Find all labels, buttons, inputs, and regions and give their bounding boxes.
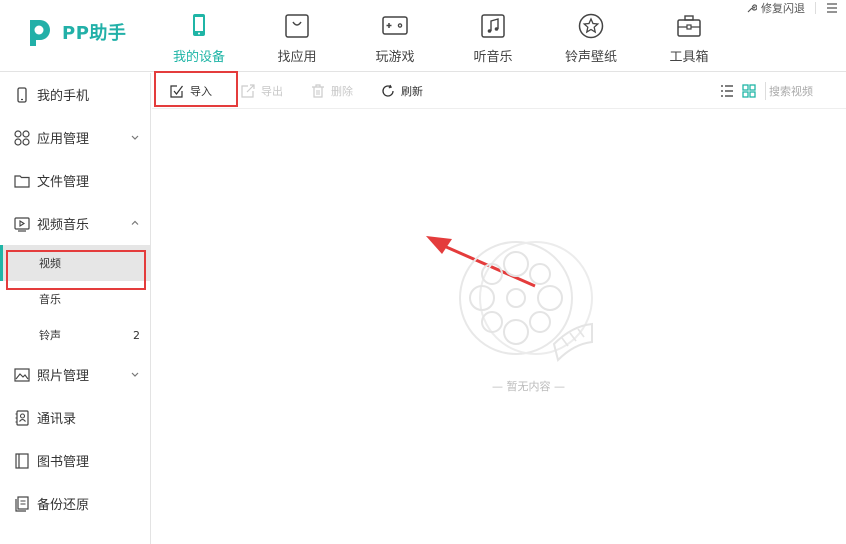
music-icon [481, 14, 505, 38]
phone-icon [193, 14, 205, 36]
book-icon [15, 452, 29, 469]
sidebar-item-label: 图书管理 [37, 455, 90, 470]
export-icon [241, 84, 255, 98]
highlight-box-import [154, 71, 238, 107]
menu-icon[interactable] [826, 2, 838, 14]
highlight-box-video [6, 250, 146, 290]
pp-logo-icon [30, 20, 50, 46]
export-label: 导出 [261, 85, 283, 98]
export-button[interactable]: 导出 [241, 73, 283, 109]
toolbox-icon [677, 15, 701, 37]
nav-toolbox[interactable]: 工具箱 [640, 0, 738, 72]
nav-find-apps[interactable]: 找应用 [248, 0, 346, 72]
sidebar-item-file-management[interactable]: 文件管理 [0, 159, 150, 202]
photo-icon [14, 367, 30, 382]
main-nav: 我的设备 找应用 玩游戏 听音乐 铃声壁纸 工具箱 [150, 0, 738, 72]
empty-state-text: — 暂无内容 — [492, 380, 565, 393]
delete-button[interactable]: 删除 [311, 73, 353, 109]
gamepad-icon [382, 16, 408, 35]
nav-label: 听音乐 [473, 50, 513, 65]
delete-label: 删除 [331, 85, 353, 98]
sidebar-item-label: 应用管理 [37, 132, 90, 147]
nav-label: 找应用 [277, 50, 317, 65]
sidebar-item-label: 通讯录 [37, 412, 77, 427]
chevron-down-icon[interactable] [130, 369, 140, 379]
trash-icon [312, 84, 324, 98]
brand-name: PP助手 [62, 23, 127, 44]
toolbar: 导入 导出 删除 刷新 [152, 71, 846, 109]
refresh-label: 刷新 [401, 85, 423, 98]
refresh-button[interactable]: 刷新 [381, 73, 423, 109]
folder-icon [14, 174, 30, 188]
fix-crash-label: 修复闪退 [761, 2, 805, 15]
sidebar: 我的手机 应用管理 文件管理 视频音乐 视频 音乐 铃声 2 照片管理 通讯录 … [0, 73, 151, 544]
sidebar-item-photo-management[interactable]: 照片管理 [0, 353, 150, 396]
fix-crash-button[interactable]: 修复闪退 [746, 0, 805, 16]
sidebar-subitem-label: 铃声 [39, 329, 61, 342]
nav-music[interactable]: 听音乐 [444, 0, 542, 72]
window-controls: 修复闪退 [746, 0, 838, 16]
sidebar-item-my-phone[interactable]: 我的手机 [0, 73, 150, 116]
nav-ringtones-wallpapers[interactable]: 铃声壁纸 [542, 0, 640, 72]
divider [765, 82, 766, 100]
nav-label: 铃声壁纸 [564, 50, 617, 65]
refresh-icon [382, 84, 394, 97]
search-video-input[interactable] [769, 80, 841, 102]
sidebar-item-label: 照片管理 [37, 369, 90, 384]
top-header: PP助手 我的设备 找应用 玩游戏 听音乐 铃声壁纸 工具箱 修复闪退 [0, 0, 846, 72]
nav-label: 玩游戏 [375, 50, 415, 65]
list-view-icon[interactable] [720, 84, 734, 98]
apps-grid-icon [14, 129, 30, 146]
sidebar-item-label: 备份还原 [37, 498, 90, 513]
backup-icon [15, 495, 29, 512]
sidebar-item-contacts[interactable]: 通讯录 [0, 396, 150, 439]
nav-my-device[interactable]: 我的设备 [150, 0, 248, 72]
divider [815, 2, 816, 14]
sidebar-subitem-label: 音乐 [39, 293, 61, 306]
chevron-up-icon[interactable] [130, 218, 140, 228]
sidebar-item-label: 我的手机 [37, 89, 90, 104]
wrench-icon [747, 3, 757, 12]
nav-label: 工具箱 [669, 50, 709, 65]
video-icon [14, 216, 30, 232]
sidebar-subitem-ringtones[interactable]: 铃声 2 [0, 317, 150, 353]
grid-view-icon[interactable] [742, 84, 756, 98]
sidebar-item-label: 文件管理 [37, 175, 90, 190]
sidebar-item-video-music[interactable]: 视频音乐 [0, 202, 150, 245]
sidebar-item-backup-restore[interactable]: 备份还原 [0, 482, 150, 525]
sidebar-item-book-management[interactable]: 图书管理 [0, 439, 150, 482]
nav-label: 我的设备 [172, 50, 225, 65]
chevron-down-icon[interactable] [130, 132, 140, 142]
nav-games[interactable]: 玩游戏 [346, 0, 444, 72]
app-bag-icon [285, 14, 309, 38]
ringtone-count: 2 [133, 328, 140, 342]
phone-outline-icon [17, 86, 27, 103]
video-content-area: — 暂无内容 — [152, 110, 846, 544]
brand-logo: PP助手 [22, 16, 126, 48]
film-reel-icon [459, 241, 593, 362]
sidebar-item-label: 视频音乐 [37, 218, 90, 233]
contacts-icon [15, 409, 29, 426]
star-icon [578, 13, 604, 39]
sidebar-item-app-management[interactable]: 应用管理 [0, 116, 150, 159]
pp-assistant-window: PP助手 我的设备 找应用 玩游戏 听音乐 铃声壁纸 工具箱 修复闪退 我的手机… [0, 0, 846, 544]
